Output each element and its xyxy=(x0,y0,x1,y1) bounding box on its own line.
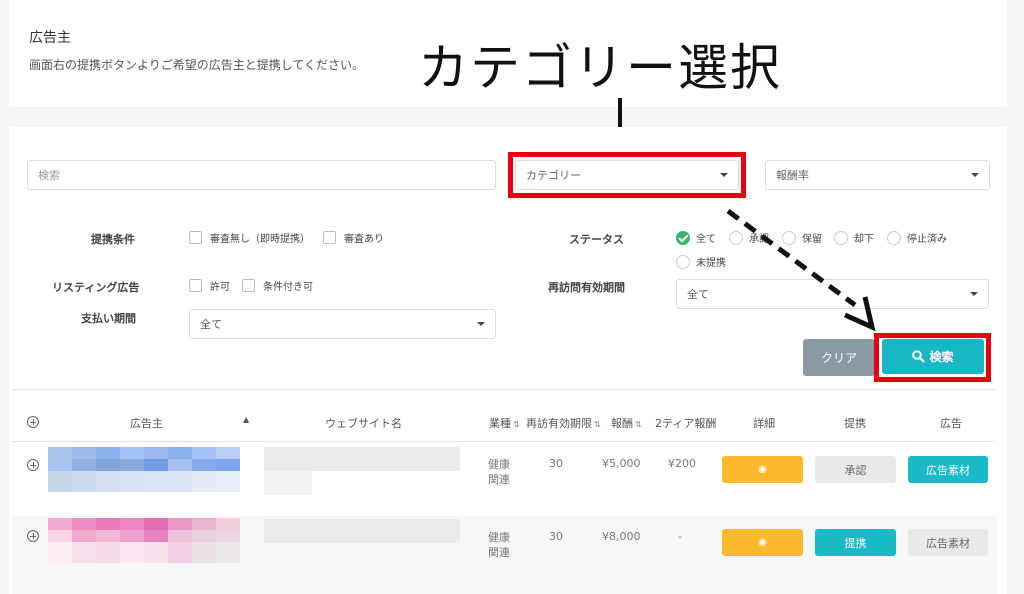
industry-cell: 健康 関連 xyxy=(488,458,510,486)
condition-no-review-checkbox[interactable]: 審査無し（即時提携） xyxy=(189,230,310,245)
payment-label: 支払い期間 xyxy=(81,312,136,325)
condition-review-checkbox[interactable]: 審査あり xyxy=(323,230,384,245)
expand-all-icon[interactable] xyxy=(27,416,39,428)
check-circle-icon xyxy=(676,230,690,245)
mosaic-tile xyxy=(72,471,96,492)
listing-conditional-checkbox[interactable]: 条件付き可 xyxy=(242,278,313,293)
eye-icon: ◉ xyxy=(758,537,767,548)
payment-period-select[interactable]: 全て xyxy=(189,309,496,339)
checkbox-icon xyxy=(189,279,202,292)
annotation-highlight-category xyxy=(508,152,746,198)
sort-icon: ⇅ xyxy=(513,419,520,429)
annotation-title: カテゴリー選択 xyxy=(418,39,782,97)
sort-icon[interactable]: ▲ xyxy=(243,415,249,424)
th-partner: 提携 xyxy=(844,417,866,430)
mosaic-tile xyxy=(96,471,120,492)
status-radio-all[interactable]: 全て xyxy=(676,230,716,245)
divider xyxy=(12,389,997,390)
advertiser-logo-blurred xyxy=(48,518,240,563)
website-name-blurred xyxy=(264,447,460,471)
th-revisit[interactable]: 再訪有効期限 ⇅ xyxy=(526,415,601,431)
mosaic-tile xyxy=(120,542,144,563)
website-name-blurred xyxy=(264,519,460,543)
ad-material-button[interactable]: 広告素材 xyxy=(908,529,988,556)
revisit-cell: 30 xyxy=(549,457,563,470)
detail-button[interactable]: ◉ xyxy=(722,456,803,483)
partner-status-button[interactable]: 承認 xyxy=(815,456,896,483)
sort-icon: ⇅ xyxy=(594,419,601,429)
reward-cell: ¥8,000 xyxy=(602,530,641,543)
checkbox-icon xyxy=(189,231,202,244)
partner-button[interactable]: 提携 xyxy=(815,529,896,556)
expand-row-icon[interactable] xyxy=(27,459,39,471)
mosaic-tile xyxy=(48,471,72,492)
th-ad: 広告 xyxy=(940,417,962,430)
th-advertiser[interactable]: 広告主 xyxy=(130,415,163,431)
detail-button[interactable]: ◉ xyxy=(722,529,803,556)
eye-icon: ◉ xyxy=(758,464,767,475)
website-name-blurred xyxy=(264,471,312,495)
advertiser-logo-blurred xyxy=(48,447,240,492)
listing-allowed-checkbox[interactable]: 許可 xyxy=(189,278,230,293)
th-industry[interactable]: 業種 ⇅ xyxy=(489,415,520,431)
mosaic-tile xyxy=(168,542,192,563)
checkbox-icon xyxy=(323,231,336,244)
mosaic-tile xyxy=(192,542,216,563)
listing-label: リスティング広告 xyxy=(52,281,140,294)
mosaic-tile xyxy=(216,471,240,492)
mosaic-tile xyxy=(120,471,144,492)
mosaic-tile xyxy=(216,542,240,563)
th-detail: 詳細 xyxy=(753,417,775,430)
mosaic-tile xyxy=(168,471,192,492)
chevron-down-icon xyxy=(970,292,978,296)
radio-icon xyxy=(676,254,690,269)
mosaic-tile xyxy=(72,542,96,563)
status-radio-unpartnered[interactable]: 未提携 xyxy=(676,254,726,269)
expand-row-icon[interactable] xyxy=(27,530,39,542)
th-website: ウェブサイト名 xyxy=(325,417,402,430)
th-tier2[interactable]: 2ティア報酬 xyxy=(655,415,716,431)
checkbox-icon xyxy=(242,279,255,292)
reward-rate-select[interactable]: 報酬率 xyxy=(765,160,990,190)
mosaic-tile xyxy=(48,542,72,563)
tier2-cell: ¥200 xyxy=(668,457,696,470)
ad-material-button[interactable]: 広告素材 xyxy=(908,456,988,483)
chevron-down-icon xyxy=(971,173,979,177)
annotation-dashed-arrow-icon xyxy=(726,208,876,332)
conditions-label: 提携条件 xyxy=(91,233,135,246)
search-input[interactable]: 検索 xyxy=(27,160,496,190)
status-radio-stopped[interactable]: 停止済み xyxy=(887,230,947,245)
sort-icon: ⇅ xyxy=(635,419,642,429)
page-description: 画面右の提携ボタンよりご希望の広告主と提携してください。 xyxy=(29,58,365,72)
reward-cell: ¥5,000 xyxy=(602,457,641,470)
chevron-down-icon xyxy=(477,322,485,326)
mosaic-tile xyxy=(144,542,168,563)
revisit-cell: 30 xyxy=(549,530,563,543)
mosaic-tile xyxy=(96,542,120,563)
mosaic-tile xyxy=(144,471,168,492)
revisit-label: 再訪問有効期間 xyxy=(548,281,625,294)
industry-cell: 健康 関連 xyxy=(488,531,510,559)
status-label: ステータス xyxy=(569,233,624,246)
tier2-cell: - xyxy=(678,530,682,543)
annotation-highlight-search xyxy=(874,333,991,382)
clear-button[interactable]: クリア xyxy=(803,339,875,376)
th-reward[interactable]: 報酬 ⇅ xyxy=(611,415,642,431)
page-title: 広告主 xyxy=(29,30,71,46)
mosaic-tile xyxy=(192,471,216,492)
